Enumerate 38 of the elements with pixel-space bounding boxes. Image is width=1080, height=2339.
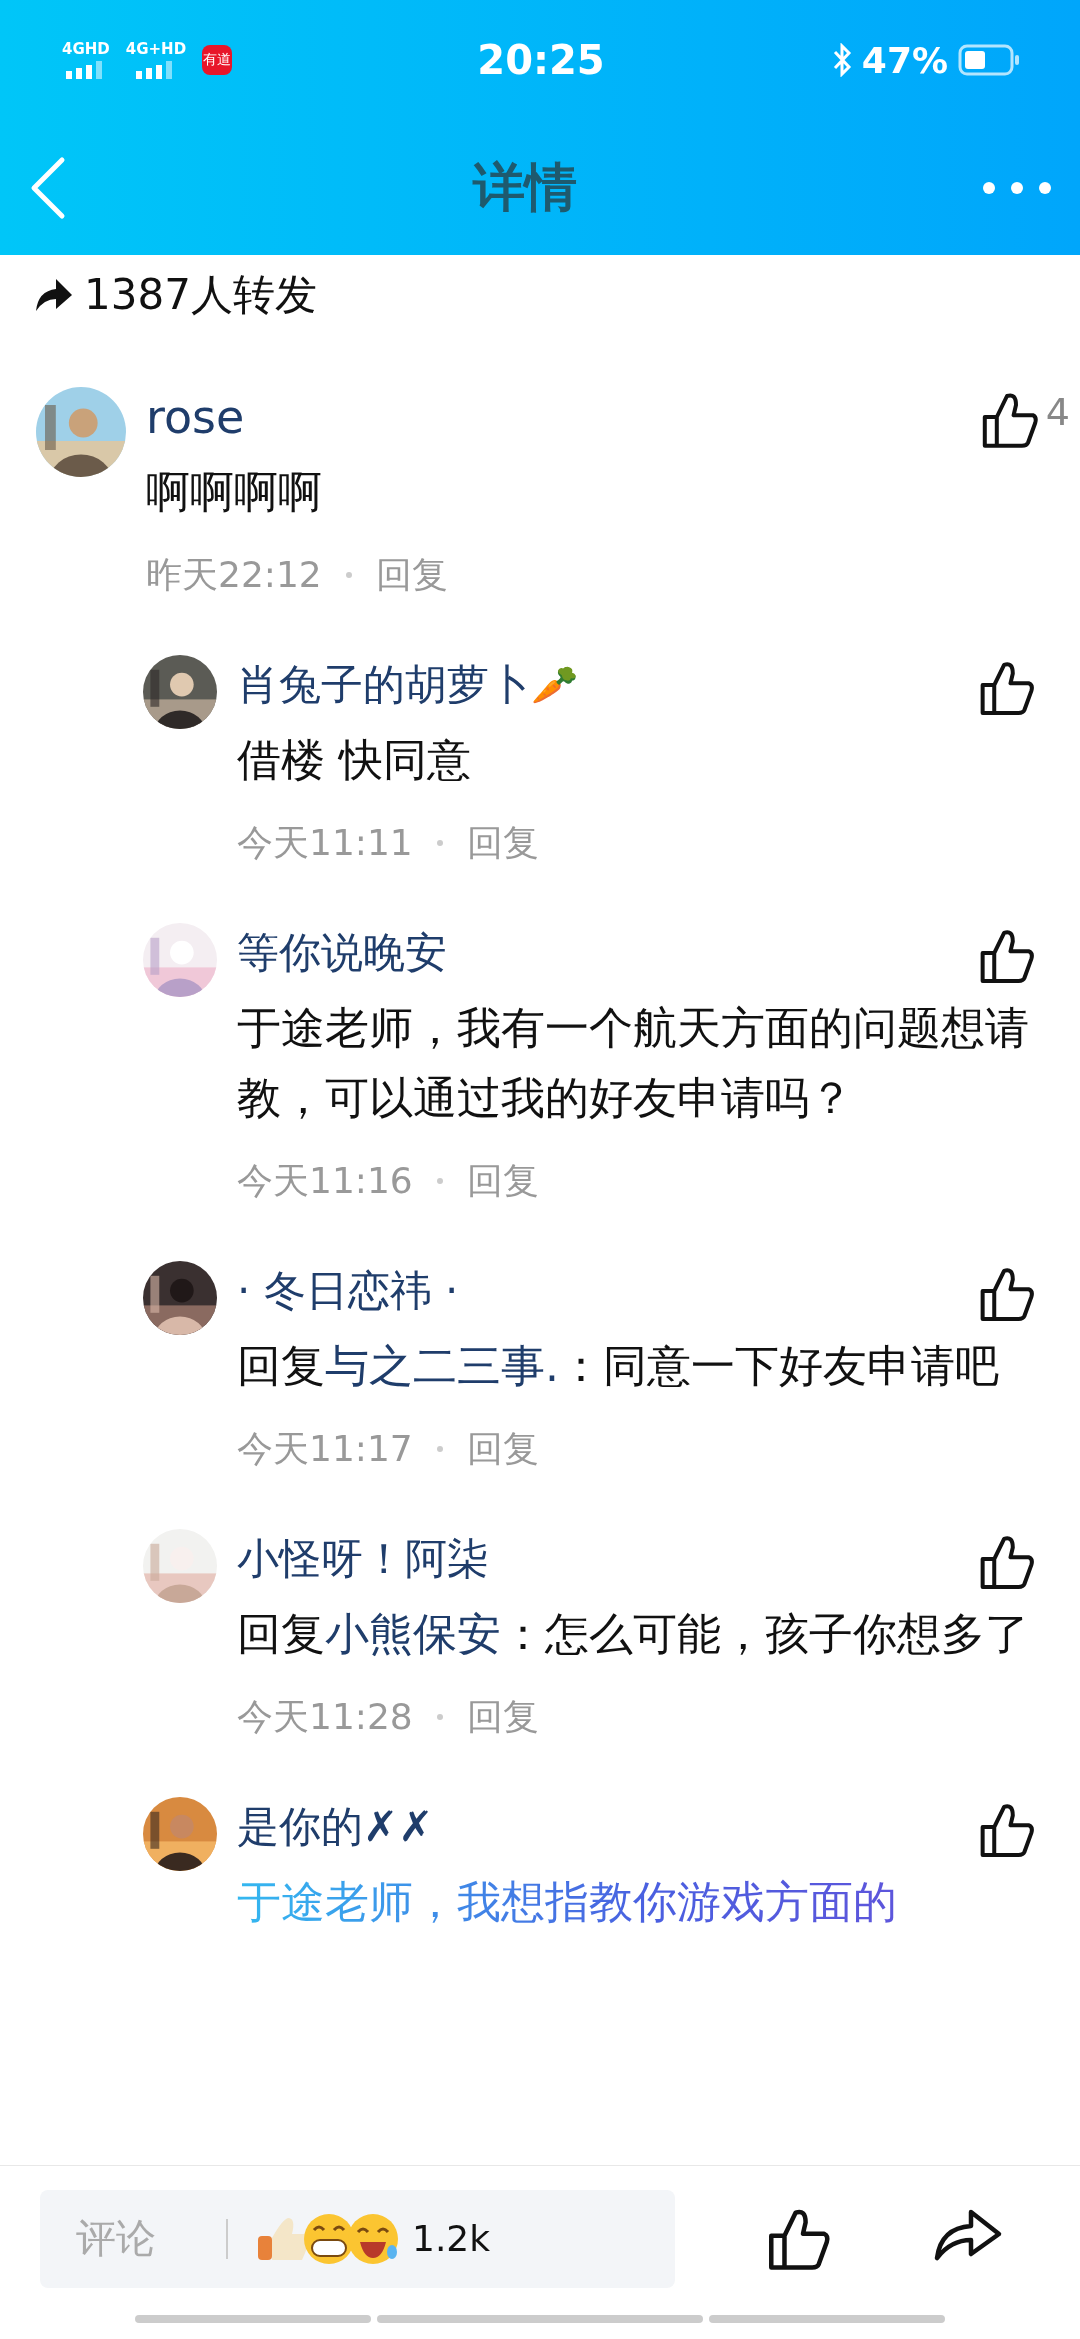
comment-text: 借楼 快同意 [237, 733, 472, 787]
comment-text: 于途老师，我有一个航天方面的问题想请教，可以通过我的好友申请吗？ [237, 1001, 1030, 1125]
page-title: 详情 [471, 155, 578, 219]
like-icon[interactable] [978, 1801, 1036, 1859]
like-icon[interactable] [978, 1533, 1036, 1591]
share-count: 1387人转发 [84, 269, 317, 321]
reaction-count: 1.2k [412, 2218, 491, 2259]
comment-text: 回复小熊保安：怎么可能，孩子你想多了 [237, 1607, 1030, 1661]
username[interactable]: rose [146, 390, 245, 444]
like-icon[interactable] [978, 1265, 1036, 1323]
timestamp: 今天11:17 [237, 1426, 413, 1471]
clock: 20:25 [477, 37, 605, 83]
comment-text: 回复与之二三事.：同意一下好友申请吧 [237, 1339, 1000, 1393]
username[interactable]: · 冬日恋祎 · [237, 1263, 459, 1319]
timestamp: 今天11:11 [237, 820, 413, 865]
username[interactable]: 是你的✗✗ [237, 1799, 434, 1855]
bluetooth-icon [831, 43, 852, 77]
network-label: 4G+HD [125, 41, 187, 57]
app-badge: 有道 [202, 45, 233, 75]
mention-link[interactable]: 小熊保安 [325, 1608, 501, 1659]
battery-icon [958, 44, 1020, 76]
username[interactable]: 等你说晚安 [237, 925, 447, 981]
network-label: 4GHD [62, 41, 110, 57]
mention-link[interactable]: 与之二三事. [325, 1340, 559, 1391]
like-icon[interactable] [978, 659, 1036, 717]
like-icon[interactable] [978, 927, 1036, 985]
carrot-emoji: 🥕 [531, 663, 578, 707]
like-count: 4 [1045, 390, 1070, 434]
comment-field[interactable]: 评论 1.2k [40, 2189, 675, 2288]
share-icon [34, 277, 74, 313]
battery-percent: 47% [861, 39, 948, 81]
username[interactable]: 小怪呀！阿柒 [237, 1531, 489, 1587]
username[interactable]: 肖兔子的胡萝卜 [237, 657, 531, 713]
comment-text: 啊啊啊啊 [146, 465, 323, 519]
more-icon[interactable] [982, 180, 1052, 195]
timestamp: 今天11:16 [237, 1158, 413, 1203]
timestamp: 今天11:28 [237, 1694, 413, 1739]
timestamp: 昨天22:12 [146, 552, 322, 597]
